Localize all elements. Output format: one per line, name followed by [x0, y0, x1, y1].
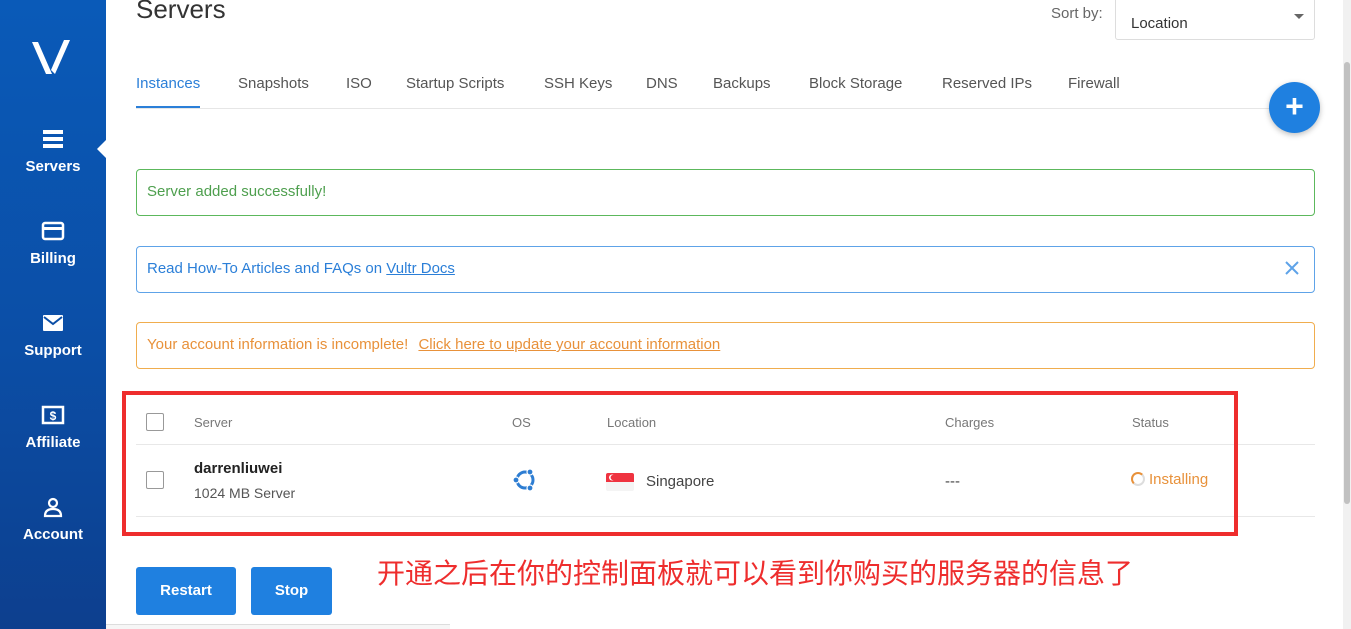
user-icon: [43, 497, 63, 518]
sidebar-item-servers[interactable]: Servers: [0, 128, 106, 176]
vultr-logo-icon[interactable]: [30, 36, 72, 78]
info-alert-text: Read How-To Articles and FAQs on: [147, 260, 387, 277]
sidebar-item-label: Billing: [30, 250, 76, 267]
sidebar-item-label: Affiliate: [25, 434, 81, 451]
sort-select[interactable]: Location: [1115, 0, 1315, 40]
sort-select-value: Location: [1131, 15, 1188, 32]
servers-icon: [43, 130, 63, 148]
annotation-text: 开通之后在你的控制面板就可以看到你购买的服务器的信息了: [377, 557, 1134, 590]
sidebar: Servers Billing Support $ Affiliate Acco…: [0, 0, 106, 629]
sort-label: Sort by:: [1051, 5, 1103, 22]
scrollbar-thumb[interactable]: [1344, 62, 1350, 504]
tab-instances[interactable]: Instances: [136, 75, 201, 108]
info-alert: Read How-To Articles and FAQs on Vultr D…: [136, 246, 1315, 293]
success-alert-text: Server added successfully!: [147, 183, 327, 200]
sidebar-item-affiliate[interactable]: $ Affiliate: [0, 404, 106, 452]
tab-iso[interactable]: ISO: [346, 75, 372, 92]
tab-ssh-keys[interactable]: SSH Keys: [544, 75, 612, 92]
sidebar-item-label: Support: [24, 342, 82, 359]
tab-backups[interactable]: Backups: [713, 75, 771, 92]
warning-alert: Your account information is incomplete! …: [136, 322, 1315, 369]
success-alert: Server added successfully!: [136, 169, 1315, 216]
tab-block-storage[interactable]: Block Storage: [809, 75, 902, 92]
tab-bar: Instances Snapshots ISO Startup Scripts …: [136, 75, 1315, 109]
sidebar-item-label: Servers: [25, 158, 81, 175]
tab-dns[interactable]: DNS: [646, 75, 678, 92]
add-server-button[interactable]: +: [1269, 82, 1320, 133]
update-account-link[interactable]: Click here to update your account inform…: [418, 336, 720, 353]
restart-button[interactable]: Restart: [136, 567, 236, 615]
tab-startup-scripts[interactable]: Startup Scripts: [406, 75, 504, 92]
sidebar-item-label: Account: [23, 526, 83, 543]
svg-text:$: $: [50, 409, 57, 423]
tab-reserved-ips[interactable]: Reserved IPs: [942, 75, 1032, 92]
page-title: Servers: [136, 0, 226, 24]
sidebar-item-support[interactable]: Support: [0, 312, 106, 360]
sidebar-item-account[interactable]: Account: [0, 496, 106, 544]
dollar-icon: $: [41, 405, 65, 425]
tab-firewall[interactable]: Firewall: [1068, 75, 1120, 92]
horizontal-scrollbar[interactable]: [106, 624, 450, 629]
close-icon[interactable]: [1284, 260, 1300, 276]
warning-alert-text: Your account information is incomplete!: [147, 336, 409, 353]
sidebar-item-billing[interactable]: Billing: [0, 220, 106, 268]
envelope-icon: [43, 315, 63, 331]
tab-snapshots[interactable]: Snapshots: [238, 75, 309, 92]
vultr-docs-link[interactable]: Vultr Docs: [386, 260, 455, 277]
highlight-box: [122, 391, 1238, 536]
credit-card-icon: [41, 221, 65, 241]
chevron-down-icon: [1294, 14, 1304, 19]
stop-button[interactable]: Stop: [251, 567, 332, 615]
